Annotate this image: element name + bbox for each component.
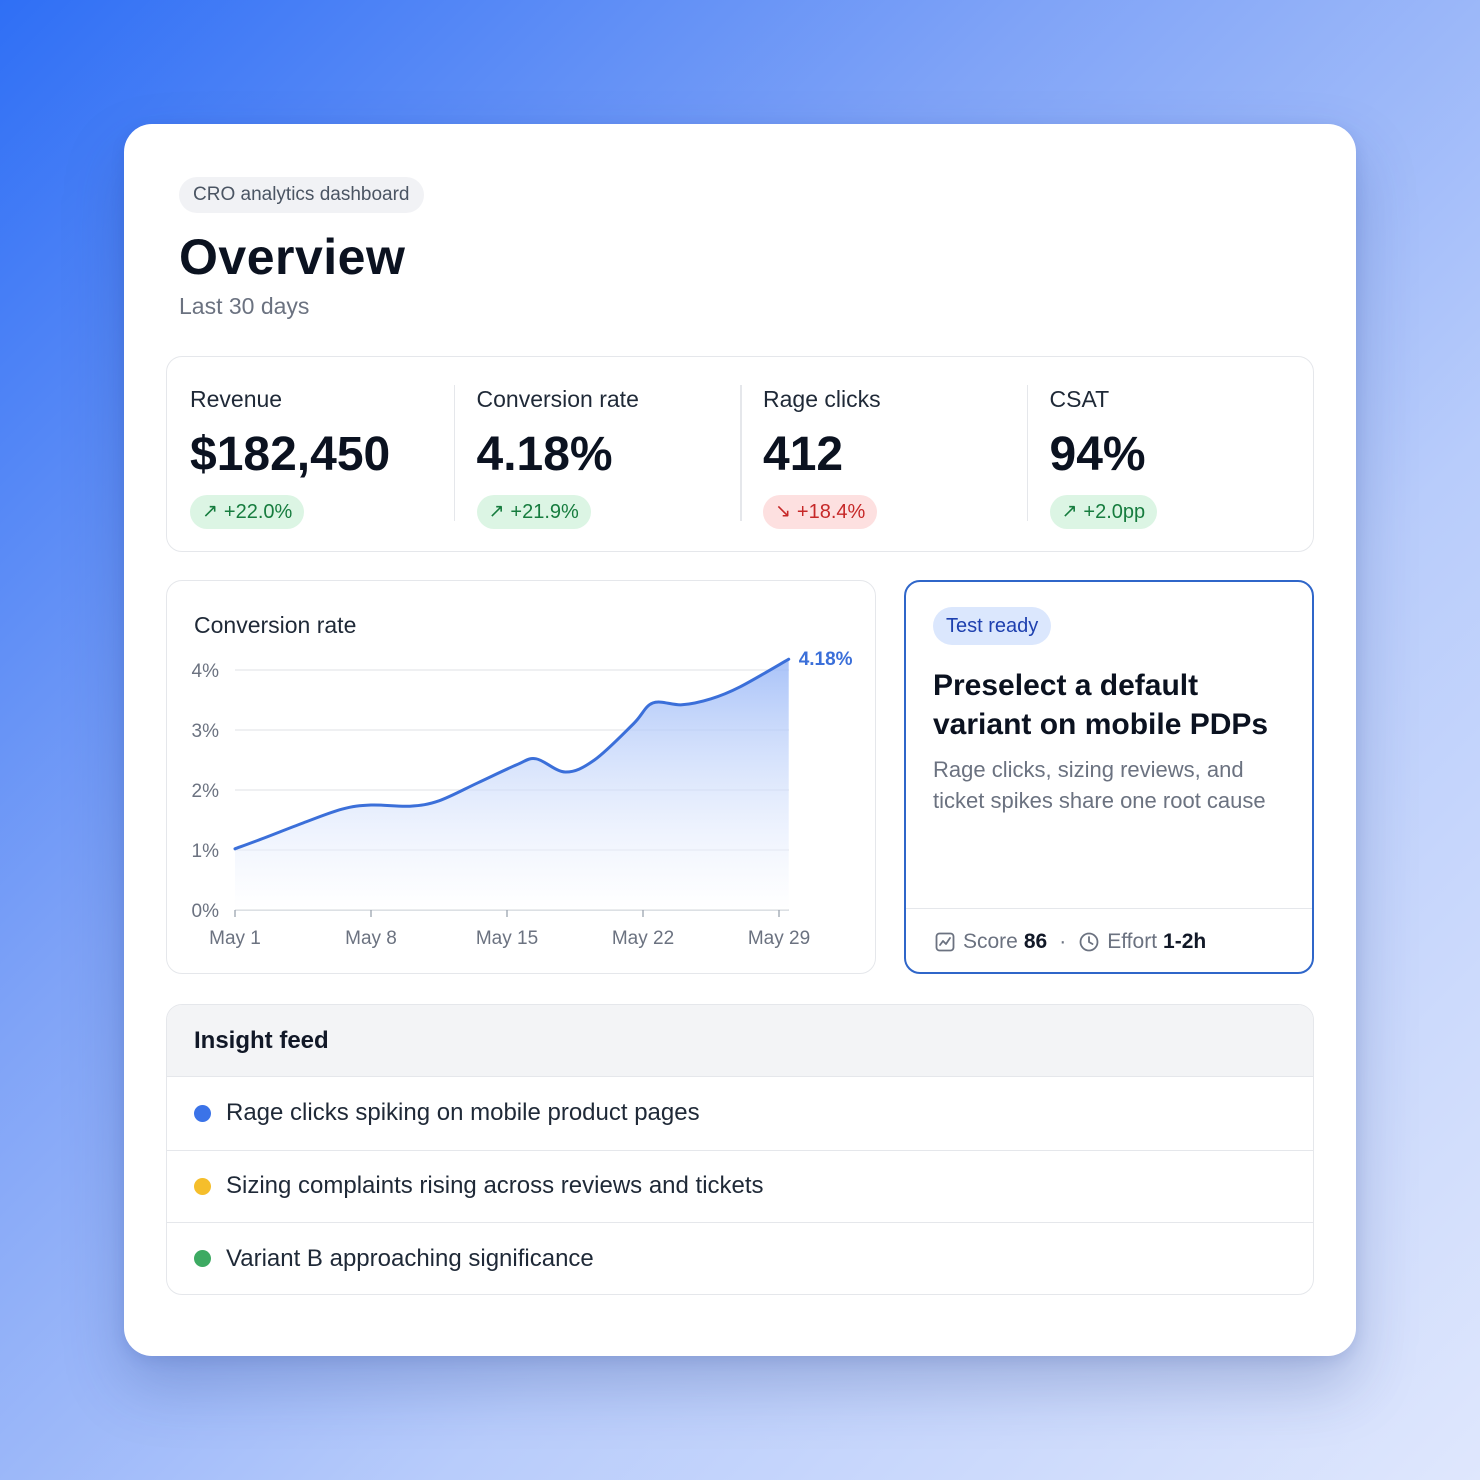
kpi-label: Rage clicks <box>763 386 881 412</box>
y-tick-label: 3% <box>192 721 220 742</box>
x-tick-label: May 22 <box>612 928 674 949</box>
conversion-chart-card: Conversion rate 0% 1% 2% 3% 4% May 1 May 8 May… <box>166 580 876 974</box>
kpi-strip: Revenue $182,450 ↗ +22.0% Conversion rat… <box>166 356 1314 552</box>
kpi-label: Revenue <box>190 386 283 412</box>
kpi-label: Conversion rate <box>476 386 639 412</box>
kpi-label: CSAT <box>1049 386 1110 412</box>
chart-icon <box>934 931 956 953</box>
suggestion-description: Rage clicks, sizing reviews, and ticket … <box>933 757 1266 813</box>
status-dot <box>194 1250 211 1268</box>
effort-value: 1-2h <box>1163 929 1207 953</box>
suggestion-meta: Score 86 · Effort 1-2h <box>906 908 1312 972</box>
y-tick-label: 0% <box>192 901 220 922</box>
kpi-csat[interactable]: CSAT 94% ↗ +2.0pp <box>1026 357 1314 551</box>
kpi-delta-badge: ↗ +21.9% <box>476 495 591 529</box>
kpi-value: 94% <box>1049 428 1146 481</box>
score-label: Score <box>963 929 1018 953</box>
kpi-rage-clicks[interactable]: Rage clicks 412 ↘ +18.4% <box>740 357 1027 551</box>
kpi-delta-badge: ↗ +2.0pp <box>1049 495 1158 529</box>
page-title: Overview <box>179 229 406 285</box>
effort-label: Effort <box>1107 929 1158 953</box>
insight-item[interactable]: Variant B approaching significance <box>167 1222 1313 1294</box>
conversion-rate-chart[interactable]: 0%1%2%3%4% May 1 May 8 May 15 May 22 May 29 … <box>167 581 874 972</box>
kpi-revenue[interactable]: Revenue $182,450 ↗ +22.0% <box>167 357 454 551</box>
insight-text: Rage clicks spiking on mobile product pa… <box>226 1099 700 1127</box>
kpi-value: 412 <box>763 428 844 481</box>
insight-item[interactable]: Rage clicks spiking on mobile product pa… <box>167 1077 1313 1150</box>
meta-separator: · <box>1059 929 1067 953</box>
arrow-down-right-icon: ↘ <box>775 501 791 522</box>
insight-item[interactable]: Sizing complaints rising across reviews … <box>167 1149 1313 1223</box>
suggestion-title: Preselect a default variant on mobile PD… <box>933 669 1269 741</box>
y-tick-label: 2% <box>192 781 220 802</box>
score-value: 86 <box>1023 929 1048 953</box>
y-tick-label: 1% <box>192 841 220 862</box>
kpi-value: $182,450 <box>190 428 391 481</box>
status-dot <box>194 1104 211 1122</box>
x-tick-label: May 15 <box>476 928 538 949</box>
insight-feed-title: Insight feed <box>167 1005 1313 1077</box>
kpi-delta-value: +2.0pp <box>1083 501 1146 523</box>
y-tick-label: 4% <box>192 661 220 682</box>
arrow-up-right-icon: ↗ <box>202 501 218 522</box>
kpi-value: 4.18% <box>476 428 613 481</box>
kpi-delta-value: +18.4% <box>796 501 866 523</box>
kpi-delta-badge: ↗ +22.0% <box>190 495 305 529</box>
dashboard-badge: CRO analytics dashboard <box>179 177 424 213</box>
test-ready-badge: Test ready <box>933 607 1052 645</box>
status-dot <box>194 1177 211 1195</box>
kpi-delta-value: +21.9% <box>510 501 579 523</box>
insight-text: Variant B approaching significance <box>226 1244 594 1272</box>
kpi-conversion-rate[interactable]: Conversion rate 4.18% ↗ +21.9% <box>453 357 741 551</box>
arrow-up-right-icon: ↗ <box>1061 501 1078 522</box>
kpi-delta-value: +22.0% <box>223 501 293 523</box>
chart-end-value-label: 4.18% <box>799 649 853 670</box>
kpi-delta-badge: ↘ +18.4% <box>763 495 878 529</box>
insight-text: Sizing complaints rising across reviews … <box>226 1172 764 1200</box>
insight-feed: Insight feed Rage clicks spiking on mobi… <box>166 1004 1314 1295</box>
arrow-up-right-icon: ↗ <box>488 501 505 522</box>
test-suggestion-card[interactable]: Test ready Preselect a default variant o… <box>904 580 1314 974</box>
chart-area <box>235 659 789 910</box>
x-tick-label: May 1 <box>209 928 261 949</box>
clock-icon <box>1078 931 1100 953</box>
date-range[interactable]: Last 30 days <box>179 293 309 320</box>
x-tick-label: May 29 <box>748 928 810 949</box>
x-tick-label: May 8 <box>345 928 397 949</box>
dashboard-card: CRO analytics dashboard Overview Last 30… <box>124 124 1356 1356</box>
